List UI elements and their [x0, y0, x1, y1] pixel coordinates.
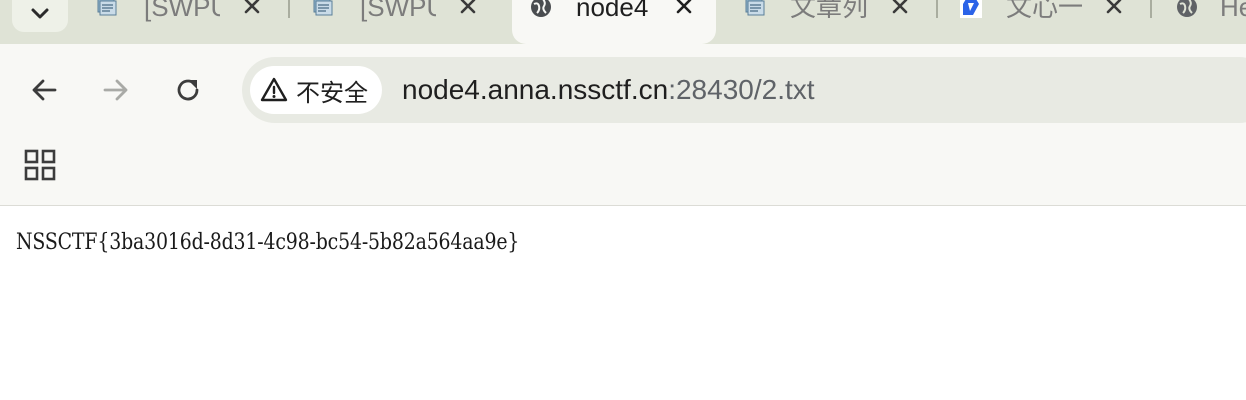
apps-grid-icon — [24, 149, 56, 181]
tab-separator — [288, 0, 290, 18]
url-path: :28430/2.txt — [668, 74, 815, 105]
tab-he[interactable]: He — [1164, 0, 1246, 44]
tab-article-list[interactable]: 文章列 — [734, 0, 934, 44]
address-bar[interactable]: 不安全 node4.anna.nssctf.cn:28430/2.txt — [242, 57, 1246, 123]
tab-title: [SWPU — [360, 0, 436, 22]
tab-search-button[interactable] — [12, 0, 68, 32]
document-stack-icon — [97, 0, 117, 16]
tab-separator — [1150, 0, 1152, 18]
tab-swpu-1[interactable]: [SWPU — [86, 0, 286, 44]
apps-button[interactable] — [22, 147, 58, 183]
arrow-right-icon — [103, 79, 128, 101]
chevron-down-icon — [31, 8, 49, 19]
tab-separator — [936, 0, 938, 18]
document-stack-icon — [313, 0, 333, 16]
security-indicator[interactable]: 不安全 — [250, 66, 382, 114]
globe-icon — [1177, 0, 1197, 17]
close-icon[interactable] — [1102, 0, 1126, 18]
tab-title: [SWPU — [144, 0, 220, 22]
reload-button[interactable] — [170, 72, 206, 108]
reload-icon — [177, 79, 199, 101]
tab-title: 文章列 — [790, 0, 869, 22]
close-icon[interactable] — [672, 0, 696, 18]
warning-triangle-icon — [260, 77, 288, 102]
close-icon[interactable] — [240, 0, 264, 18]
tab-title: He — [1220, 0, 1246, 22]
tab-title: 文心一 — [1006, 0, 1082, 22]
back-button[interactable] — [26, 72, 62, 108]
arrow-left-icon — [32, 79, 57, 101]
url-text[interactable]: node4.anna.nssctf.cn:28430/2.txt — [402, 72, 815, 108]
globe-icon — [531, 0, 551, 17]
ernie-logo-icon — [960, 0, 982, 18]
toolbar: 不安全 node4.anna.nssctf.cn:28430/2.txt — [0, 44, 1246, 206]
forward-button[interactable] — [98, 72, 134, 108]
security-label: 不安全 — [296, 78, 368, 107]
tab-ernie[interactable]: 文心一 — [950, 0, 1140, 44]
tab-strip: [SWPU [SWPU node4 文章列 文心一 H — [0, 0, 1246, 44]
close-icon[interactable] — [456, 0, 480, 18]
page-text: NSSCTF{3ba3016d-8d31-4c98-bc54-5b82a564a… — [16, 230, 520, 255]
url-host: node4.anna.nssctf.cn — [402, 74, 669, 105]
tab-swpu-2[interactable]: [SWPU — [302, 0, 502, 44]
tab-title: node4 — [576, 0, 649, 22]
document-stack-icon — [745, 0, 765, 16]
tab-node4-active[interactable]: node4 — [512, 0, 716, 44]
close-icon[interactable] — [888, 0, 912, 18]
browser-chrome: [SWPU [SWPU node4 文章列 文心一 H 不安全 node4.an… — [0, 0, 1246, 206]
